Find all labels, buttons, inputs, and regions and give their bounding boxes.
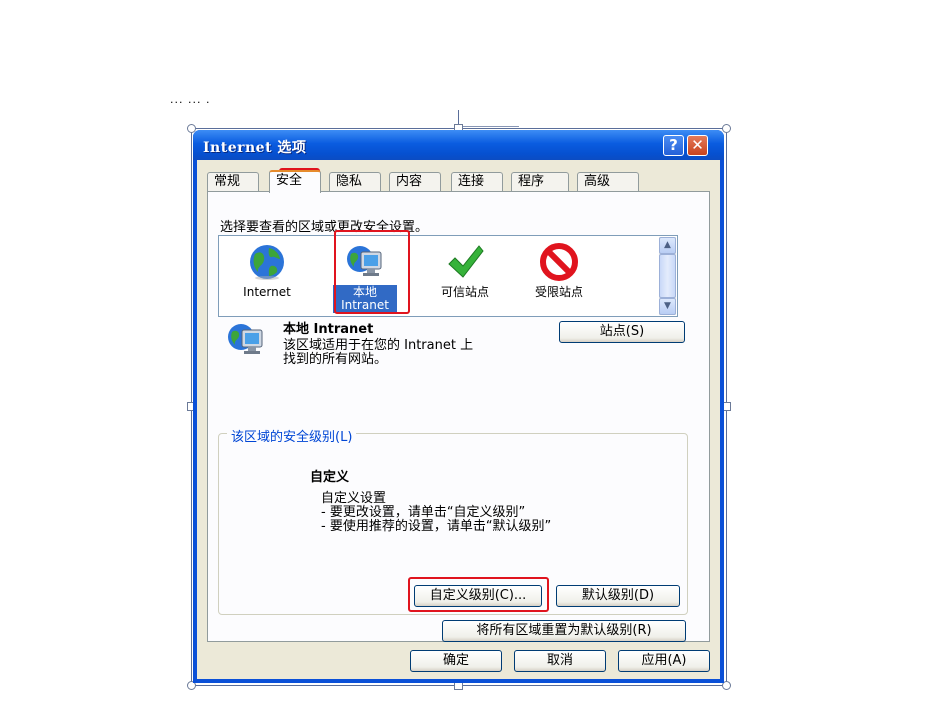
tab-advanced[interactable]: 高级 bbox=[577, 172, 639, 192]
clipped-fragment-text: ··· ··· · bbox=[170, 96, 211, 109]
tab-programs[interactable]: 程序 bbox=[511, 172, 569, 192]
tab-general[interactable]: 常规 bbox=[207, 172, 259, 192]
selected-zone-description-line2: 找到的所有网站。 bbox=[283, 352, 388, 367]
scroll-up-button[interactable]: ▲ bbox=[659, 237, 676, 254]
zone-restricted-sites-label: 受限站点 bbox=[534, 285, 583, 299]
cancel-button[interactable]: 取消 bbox=[514, 650, 606, 672]
zone-internet-label: Internet bbox=[243, 285, 291, 299]
sites-button[interactable]: 站点(S) bbox=[559, 321, 685, 343]
checkmark-icon bbox=[448, 245, 484, 278]
tab-content[interactable]: 内容 bbox=[389, 172, 441, 192]
zone-list[interactable]: Internet 本地 Intranet 可信站点 受限站点 ▲ ▼ bbox=[218, 235, 678, 317]
security-level-desc-3: - 要使用推荐的设置，请单击“默认级别” bbox=[321, 519, 552, 534]
zone-restricted-sites[interactable]: 受限站点 bbox=[519, 240, 599, 314]
globe-icon bbox=[250, 245, 284, 280]
internet-options-dialog: Internet 选项 ? ✕ 常规 安全 隐私 内容 连接 程序 高级 选择要… bbox=[193, 130, 724, 683]
security-level-name: 自定义 bbox=[310, 470, 350, 485]
close-button[interactable]: ✕ bbox=[687, 135, 708, 156]
default-level-button[interactable]: 默认级别(D) bbox=[556, 585, 680, 607]
tab-connections[interactable]: 连接 bbox=[451, 172, 503, 192]
scroll-down-button[interactable]: ▼ bbox=[659, 298, 676, 315]
zone-list-scrollbar[interactable]: ▲ ▼ bbox=[659, 237, 676, 315]
security-level-group-title: 该区域的安全级别(L) bbox=[227, 426, 357, 445]
resize-handle-top-right[interactable] bbox=[722, 124, 731, 133]
tab-security[interactable]: 安全 bbox=[269, 170, 321, 193]
dialog-client-area: 常规 安全 隐私 内容 连接 程序 高级 选择要查看的区域或更改安全设置。 In… bbox=[197, 160, 720, 679]
zone-trusted-sites[interactable]: 可信站点 bbox=[425, 240, 505, 314]
help-button[interactable]: ? bbox=[663, 135, 684, 156]
highlight-custom-level-button bbox=[408, 577, 549, 612]
title-bar[interactable]: Internet 选项 ? ✕ bbox=[193, 130, 724, 160]
highlight-local-intranet-zone bbox=[334, 230, 410, 314]
reset-all-zones-button[interactable]: 将所有区域重置为默认级别(R) bbox=[442, 620, 686, 642]
local-intranet-small-icon bbox=[228, 324, 263, 354]
zone-trusted-sites-label: 可信站点 bbox=[440, 285, 489, 299]
apply-button[interactable]: 应用(A) bbox=[618, 650, 710, 672]
scroll-thumb[interactable] bbox=[659, 254, 676, 298]
restricted-icon bbox=[540, 243, 578, 281]
ok-button[interactable]: 确定 bbox=[410, 650, 502, 672]
window-title: Internet 选项 bbox=[203, 140, 307, 156]
tab-privacy[interactable]: 隐私 bbox=[329, 172, 381, 192]
zone-internet[interactable]: Internet bbox=[227, 240, 307, 314]
